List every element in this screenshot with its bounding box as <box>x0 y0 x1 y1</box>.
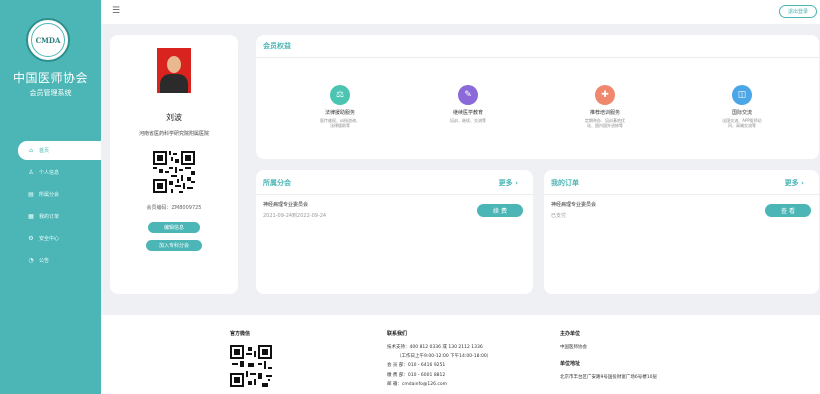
menu-icon[interactable]: ☰ <box>112 7 120 16</box>
contact-member-dept: 会 员 部：010 - 6416 9251 <box>387 363 446 369</box>
person-icon: ♙ <box>28 169 34 176</box>
org-title: 中国医师协会 <box>12 71 88 85</box>
user-organization: 河南省医药科学研究院附属医院 <box>138 131 209 137</box>
order-status: 已支付 <box>551 213 567 219</box>
society-card: 所属分会 更多 › 神经病理专业委员会 2021-09-24到2022-09-2… <box>256 170 533 294</box>
member-benefits-card: 会员权益 ⚖ 法律援助服务 医疗维权、纠纷咨询、 法律援助等 ✎ 继续医学教育 … <box>256 35 819 159</box>
sidebar-item-label: 安全中心 <box>39 236 60 242</box>
exchange-icon: ◫ <box>732 85 752 105</box>
benefit-title: 法律援助服务 <box>324 110 355 116</box>
benefit-title: 继续医学教育 <box>452 110 483 116</box>
orders-card: 我的订单 更多 › 神经病理专业委员会 已支付 查 看 <box>544 170 819 294</box>
host-name: 中国医师协会 <box>560 345 587 350</box>
sidebar-item-orders[interactable]: ▦ 我的订单 <box>18 207 101 226</box>
card-title: 会员权益 <box>263 42 291 50</box>
profile-card: 刘波 河南省医药科学研究院附属医院 会员编码：ZM8009725 编辑信息 加入… <box>110 35 238 294</box>
contact-hours: （工作日上午9:00-12:00 下午14:00-18:00） <box>397 354 492 360</box>
sidebar-item-label: 公告 <box>39 258 50 264</box>
benefit-title: 推荐培训服务 <box>589 110 620 116</box>
sidebar-item-label: 所属分会 <box>39 192 60 198</box>
benefit-legal[interactable]: ⚖ 法律援助服务 医疗维权、纠纷咨询、 法律援助等 <box>295 85 385 128</box>
benefit-exchange[interactable]: ◫ 国际交流 出国交流、APP医师访 问、高端交流等 <box>697 85 787 128</box>
law-icon: ⚖ <box>330 85 350 105</box>
society-more-link[interactable]: 更多 › <box>499 178 518 188</box>
footer-host: 主办单位 中国医师协会 单位地址 北京市丰台区广安路9号国投财富广场6号楼10层 <box>560 330 657 382</box>
benefit-desc: 培训、继续、交流等 <box>450 118 486 123</box>
top-bar: ☰ 退出登录 <box>101 0 820 24</box>
home-icon: ⌂ <box>29 147 33 154</box>
footer-heading: 单位地址 <box>560 361 581 368</box>
society-icon: ▤ <box>28 191 34 198</box>
notice-icon: ◔ <box>28 257 34 264</box>
card-title: 所属分会 <box>263 179 291 187</box>
org-subtitle: 会员管理系统 <box>29 89 72 97</box>
society-name: 神经病理专业委员会 <box>263 202 309 208</box>
benefit-desc: 医疗维权、纠纷咨询、 法律援助等 <box>320 118 360 128</box>
host-address: 北京市丰台区广安路9号国投财富广场6号楼10层 <box>560 375 657 381</box>
member-qr-code <box>153 151 195 193</box>
sidebar: CMDA 中国医师协会 会员管理系统 ⌂ 首页 ♙ 个人信息 ▤ 所属分会 ▦ … <box>0 0 101 394</box>
logo-text: CMDA <box>31 23 65 57</box>
cmda-logo: CMDA <box>26 18 70 62</box>
view-order-button[interactable]: 查 看 <box>765 204 811 217</box>
join-society-button[interactable]: 加入专科分会 <box>146 240 202 251</box>
edit-info-button[interactable]: 编辑信息 <box>148 222 200 233</box>
sidebar-nav: ⌂ 首页 ♙ 个人信息 ▤ 所属分会 ▦ 我的订单 ⚙ 安全中心 ◔ 公告 <box>18 141 101 273</box>
orders-more-link[interactable]: 更多 › <box>785 178 804 188</box>
contact-email: 邮 箱：cmdainfo@126.com <box>387 381 447 387</box>
card-title: 我的订单 <box>551 179 579 187</box>
benefit-training[interactable]: ✚ 推荐培训服务 定期举办、培训基地优 化、国内国外进修等 <box>560 85 650 128</box>
benefit-desc: 出国交流、APP医师访 问、高端交流等 <box>722 118 762 128</box>
benefit-education[interactable]: ✎ 继续医学教育 培训、继续、交流等 <box>423 85 513 123</box>
footer-heading: 主办单位 <box>560 331 581 337</box>
contact-payment-dept: 缴 费 部：010 - 6001 8812 <box>387 372 446 378</box>
footer: 官方微信 联系我们 技术支持：400 812 0336 或 130 2112 1… <box>101 315 820 394</box>
logout-button[interactable]: 退出登录 <box>779 5 817 18</box>
wechat-qr-code <box>230 345 272 387</box>
renew-button[interactable]: 续 费 <box>477 204 523 217</box>
sidebar-item-security[interactable]: ⚙ 安全中心 <box>18 229 101 248</box>
footer-wechat: 官方微信 <box>230 330 272 389</box>
sidebar-item-home[interactable]: ⌂ 首页 <box>18 141 101 160</box>
sidebar-item-profile[interactable]: ♙ 个人信息 <box>18 163 101 182</box>
training-icon: ✚ <box>595 85 615 105</box>
sidebar-item-label: 个人信息 <box>39 170 60 176</box>
avatar <box>157 48 191 93</box>
user-name: 刘波 <box>166 113 182 122</box>
study-icon: ✎ <box>458 85 478 105</box>
footer-heading: 官方微信 <box>230 331 251 337</box>
security-icon: ⚙ <box>28 235 34 242</box>
benefit-desc: 定期举办、培训基地优 化、国内国外进修等 <box>585 118 625 128</box>
society-date: 2021-09-24到2022-09-24 <box>263 213 327 219</box>
contact-tech-support: 技术支持：400 812 0336 或 130 2112 1336 <box>387 345 483 350</box>
order-name: 神经病理专业委员会 <box>551 202 597 208</box>
sidebar-item-notice[interactable]: ◔ 公告 <box>18 251 101 270</box>
sidebar-item-society[interactable]: ▤ 所属分会 <box>18 185 101 204</box>
footer-contact: 联系我们 技术支持：400 812 0336 或 130 2112 1336 （… <box>387 330 491 389</box>
benefit-title: 国际交流 <box>731 110 752 116</box>
footer-heading: 联系我们 <box>387 331 408 337</box>
member-id: 会员编码：ZM8009725 <box>146 205 202 211</box>
sidebar-item-label: 首页 <box>39 148 50 154</box>
orders-icon: ▦ <box>28 213 34 220</box>
sidebar-item-label: 我的订单 <box>39 214 60 220</box>
